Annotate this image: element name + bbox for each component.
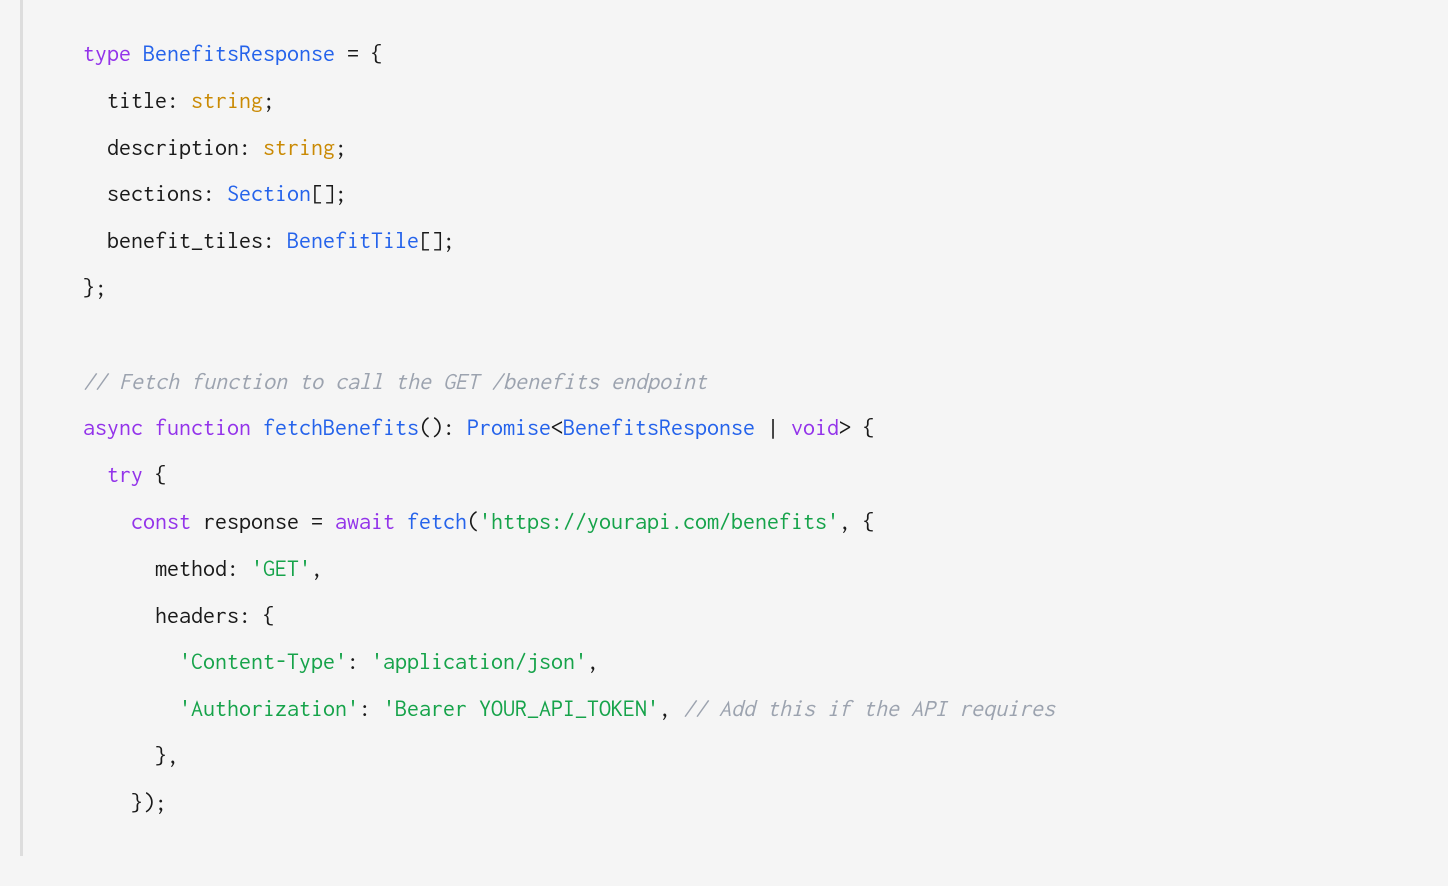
closing-brace-comma: }, [83,742,179,768]
keyword-try: try [83,461,143,487]
keyword-function: function [155,414,251,440]
brackets: []; [419,227,455,253]
closing-brace: }; [83,274,107,300]
parens: () [419,414,443,440]
inline-comment: // Add this if the API requires [683,695,1055,721]
code-line-8: // Fetch function to call the GET /benef… [83,368,707,394]
pipe: | [755,414,791,440]
colon: : [239,134,263,160]
property: sections [83,180,203,206]
auth-value: 'Bearer YOUR_API_TOKEN' [383,695,659,721]
colon: : [203,180,227,206]
colon: : [227,555,251,581]
variable: response [191,508,311,534]
brackets: []; [311,180,347,206]
keyword-await: await [335,508,395,534]
code-line-1: type BenefitsResponse = { [83,40,383,66]
comma: , [659,695,683,721]
builtin-type: string [191,87,263,113]
builtin-type: string [263,134,335,160]
code-line-6: }; [83,274,107,300]
code-line-10: try { [83,461,167,487]
code-line-5: benefit_tiles: BenefitTile[]; [83,227,455,253]
void-type: void [791,414,839,440]
function-name: fetchBenefits [263,414,419,440]
comma: , [311,555,323,581]
paren: ( [467,508,479,534]
code-line-9: async function fetchBenefits(): Promise<… [83,414,875,440]
code-line-14: 'Content-Type': 'application/json', [83,648,599,674]
code-line-2: title: string; [83,87,275,113]
closing-paren-semi: }); [83,789,167,815]
response-type: BenefitsResponse [563,414,755,440]
method-property: method [83,555,227,581]
comment: // Fetch function to call the GET /benef… [83,368,707,394]
colon: : [167,87,191,113]
code-line-13: headers: { [83,602,275,628]
code-line-16: }, [83,742,179,768]
equals: = [311,508,335,534]
property: title [83,87,167,113]
brace: { [143,461,167,487]
url-string: 'https://yourapi.com/benefits' [479,508,839,534]
content-type-key: 'Content-Type' [83,648,347,674]
colon: : [443,414,467,440]
keyword-async: async [83,414,143,440]
keyword-type: type [83,40,131,66]
semicolon: ; [263,87,275,113]
code-block: type BenefitsResponse = { title: string;… [20,0,1448,856]
type-name: BenefitTile [287,227,419,253]
type-name: Section [227,180,311,206]
fetch-call: fetch [395,508,467,534]
code-line-3: description: string; [83,134,347,160]
property: description [83,134,239,160]
get-string: 'GET' [251,555,311,581]
code-line-12: method: 'GET', [83,555,323,581]
auth-key: 'Authorization' [83,695,359,721]
keyword-const: const [83,508,191,534]
comma-brace: , { [839,508,875,534]
code-line-15: 'Authorization': 'Bearer YOUR_API_TOKEN'… [83,695,1055,721]
colon-brace: : { [239,602,275,628]
headers-property: headers [83,602,239,628]
angle-bracket-close: > { [839,414,875,440]
property: benefit_tiles [83,227,263,253]
punctuation: = { [335,40,383,66]
colon: : [359,695,383,721]
code-line-4: sections: Section[]; [83,180,347,206]
promise-type: Promise [467,414,551,440]
colon: : [263,227,287,253]
semicolon: ; [335,134,347,160]
code-line-17: }); [83,789,167,815]
angle-bracket: < [551,414,563,440]
comma: , [587,648,599,674]
colon: : [347,648,371,674]
content-type-value: 'application/json' [371,648,587,674]
type-name: BenefitsResponse [143,40,335,66]
code-line-11: const response = await fetch('https://yo… [83,508,875,534]
